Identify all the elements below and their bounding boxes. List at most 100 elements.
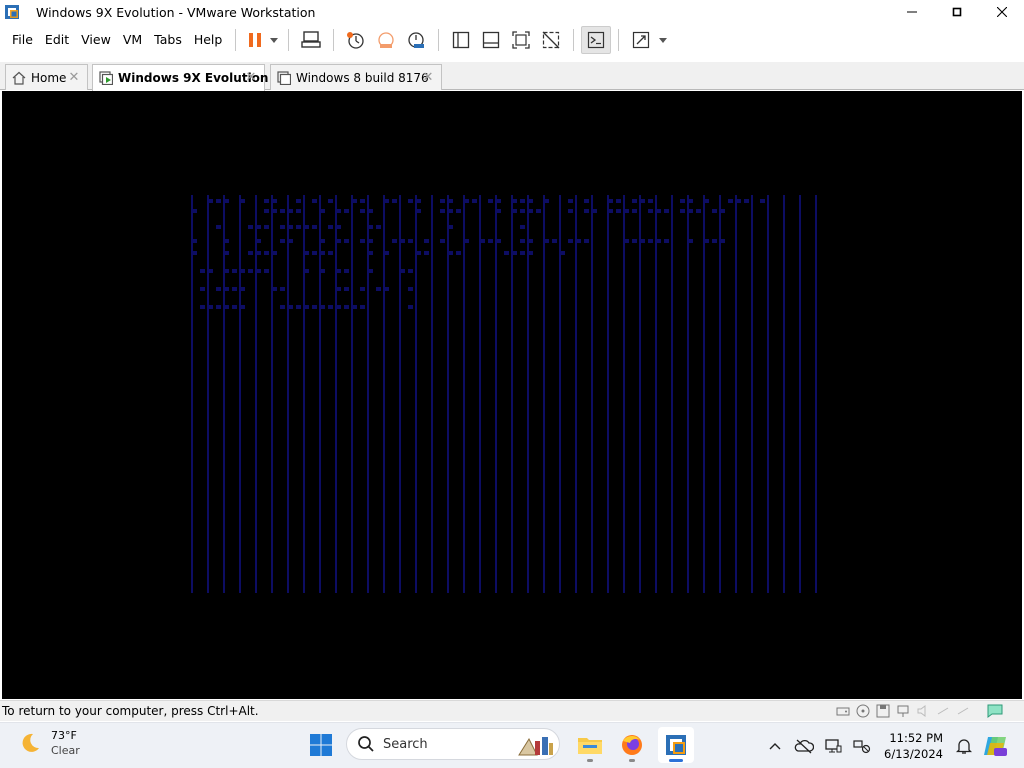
snapshot-take-icon[interactable]: [341, 26, 371, 54]
send-ctrl-alt-del-icon[interactable]: [296, 26, 326, 54]
copilot-icon[interactable]: [980, 731, 1010, 761]
bell-icon[interactable]: [951, 733, 977, 759]
pause-icon[interactable]: [243, 26, 267, 54]
vm-garbled-glyph: [712, 239, 717, 243]
vm-garbled-glyph: [632, 209, 637, 213]
usb-icon[interactable]: [954, 703, 972, 719]
vm-garbled-glyph: [472, 199, 477, 203]
snapshot-revert-icon[interactable]: [371, 26, 401, 54]
vm-garbled-glyph: [344, 269, 349, 273]
maximize-icon[interactable]: [934, 0, 979, 24]
vm-garbled-glyph: [416, 209, 421, 213]
usb-icon[interactable]: [934, 703, 952, 719]
network-sound-icon[interactable]: [849, 733, 875, 759]
vm-console-screen[interactable]: [2, 91, 1022, 699]
vm-garbled-glyph: [200, 305, 205, 309]
vm-garbled-glyph: [224, 287, 229, 291]
hard-disk-icon[interactable]: [834, 703, 852, 719]
network-adapter-icon[interactable]: [894, 703, 912, 719]
vm-garbled-glyph: [656, 239, 661, 243]
close-tab-icon[interactable]: ✕: [67, 70, 81, 85]
system-tray: 11:52 PM 6/13/2024: [762, 723, 1024, 768]
close-icon[interactable]: [979, 0, 1024, 24]
vmware-workstation-icon[interactable]: [4, 4, 20, 20]
running-indicator: [587, 759, 593, 762]
cd-drive-icon[interactable]: [854, 703, 872, 719]
tab-windows-8-build-8176[interactable]: Windows 8 build 8176 ✕: [270, 64, 442, 90]
vm-garbled-glyph: [328, 199, 333, 203]
menu-tabs[interactable]: Tabs: [148, 29, 188, 51]
vm-garbled-glyph: [208, 199, 213, 203]
console-view-icon[interactable]: [581, 26, 612, 54]
windows-taskbar: 73°F Clear Search 11:52 PM 6/13/2024: [0, 722, 1024, 768]
vm-garbled-glyph: [280, 239, 285, 243]
vm-garbled-glyph: [520, 225, 525, 229]
vm-garbled-glyph: [400, 269, 405, 273]
stretch-guest-icon[interactable]: [626, 26, 656, 54]
vm-garbled-glyph: [456, 209, 461, 213]
toolbar-separator: [333, 29, 335, 51]
vmware-workstation-icon[interactable]: [658, 727, 694, 763]
floppy-icon[interactable]: [874, 703, 892, 719]
firefox-icon[interactable]: [614, 727, 650, 763]
vm-garbled-glyph: [560, 251, 565, 255]
tab-windows-9x-evolution[interactable]: Windows 9X Evolution ✕: [92, 64, 268, 91]
vm-garbled-glyph: [632, 199, 637, 203]
start-icon[interactable]: [305, 729, 337, 761]
vm-garbled-glyph: [240, 199, 245, 203]
vm-garbled-glyph: [240, 269, 245, 273]
vm-garbled-glyph: [248, 269, 253, 273]
show-library-icon[interactable]: [446, 26, 476, 54]
file-explorer-icon[interactable]: [572, 727, 608, 763]
vm-garbled-glyph: [328, 305, 333, 309]
snapshot-manager-icon[interactable]: [401, 26, 431, 54]
toolbar-separator: [438, 29, 440, 51]
menu-file[interactable]: File: [6, 29, 39, 51]
vm-garbled-glyph: [280, 287, 285, 291]
menu-vm[interactable]: VM: [117, 29, 148, 51]
menu-help[interactable]: Help: [188, 29, 229, 51]
close-tab-icon[interactable]: ✕: [244, 70, 258, 85]
vm-garbled-glyph: [496, 199, 501, 203]
vm-garbled-glyph: [496, 209, 501, 213]
vm-garbled-glyph: [240, 287, 245, 291]
full-screen-icon[interactable]: [506, 26, 536, 54]
power-dropdown-icon[interactable]: [267, 26, 281, 54]
vm-garbled-glyph: [392, 199, 397, 203]
vm-garbled-glyph: [232, 287, 237, 291]
search-label: Search: [383, 736, 428, 752]
vm-garbled-glyph: [256, 269, 261, 273]
close-tab-icon[interactable]: ✕: [421, 70, 435, 85]
vm-garbled-glyph: [704, 199, 709, 203]
clock-time: 11:52 PM: [889, 731, 943, 745]
vm-garbled-glyph: [192, 251, 197, 255]
vm-garbled-glyph: [744, 199, 749, 203]
display-icon[interactable]: [820, 733, 846, 759]
vm-garbled-glyph: [448, 251, 453, 255]
vm-garbled-glyph: [264, 209, 269, 213]
home-icon: [12, 71, 26, 85]
menu-view[interactable]: View: [75, 29, 117, 51]
tab-label: Home: [31, 70, 67, 85]
clock[interactable]: 11:52 PM 6/13/2024: [884, 730, 943, 762]
taskbar-search-box[interactable]: Search: [346, 728, 560, 760]
unity-icon[interactable]: [536, 26, 566, 54]
vm-garbled-glyph: [368, 209, 373, 213]
onedrive-offline-icon[interactable]: [791, 733, 817, 759]
stretch-dropdown-icon[interactable]: [656, 26, 670, 54]
chevron-up-icon[interactable]: [762, 733, 788, 759]
vm-garbled-glyph: [216, 199, 221, 203]
search-icon: [357, 735, 375, 753]
vm-garbled-glyph: [712, 209, 717, 213]
vm-garbled-glyph: [312, 251, 317, 255]
weather-widget[interactable]: 73°F Clear: [18, 729, 80, 757]
vm-garbled-glyph: [264, 225, 269, 229]
vm-garbled-glyph: [568, 239, 573, 243]
minimize-icon[interactable]: [889, 0, 934, 24]
message-icon[interactable]: [986, 703, 1004, 719]
vm-garbled-glyph: [728, 199, 733, 203]
thumbnail-bar-icon[interactable]: [476, 26, 506, 54]
tab-home[interactable]: Home ✕: [5, 64, 88, 90]
menu-edit[interactable]: Edit: [39, 29, 75, 51]
sound-icon[interactable]: [914, 703, 932, 719]
